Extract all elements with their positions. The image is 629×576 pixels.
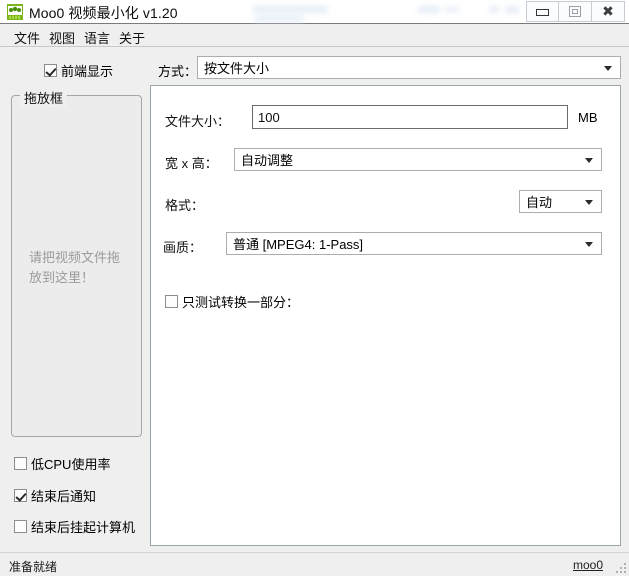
dimensions-dropdown[interactable]: 自动调整 — [234, 148, 602, 171]
format-dropdown-value: 自动 — [526, 195, 553, 210]
drop-zone-title: 拖放框 — [20, 88, 68, 107]
window-controls: ✖ — [526, 1, 625, 22]
file-size-unit: MB — [578, 110, 598, 125]
format-dropdown[interactable]: 自动 — [519, 190, 602, 213]
app-window: Moo0 视频最小化 v1.20 ✖ 文件 视图 语言 关于 前端显示 方式： — [0, 0, 629, 576]
notify-when-done-label: 结束后通知 — [31, 489, 97, 504]
menu-item-about[interactable]: 关于 — [117, 28, 147, 47]
checkbox-icon — [44, 64, 57, 77]
dimensions-dropdown-value: 自动调整 — [241, 153, 294, 168]
close-icon: ✖ — [602, 3, 614, 20]
chevron-down-icon — [585, 241, 593, 247]
chevron-down-icon — [585, 157, 593, 163]
status-text: 准备就绪 — [9, 560, 58, 574]
title-artifact — [444, 7, 459, 12]
checkbox-icon — [165, 295, 178, 308]
maximize-icon — [569, 6, 581, 17]
quality-dropdown-value: 普通 [MPEG4: 1-Pass] — [233, 237, 364, 252]
mode-dropdown-value: 按文件大小 — [204, 61, 270, 76]
close-button[interactable]: ✖ — [592, 1, 625, 22]
chevron-down-icon — [604, 65, 612, 71]
minimize-button[interactable] — [526, 1, 559, 22]
low-cpu-checkbox[interactable]: 低CPU使用率 — [14, 454, 110, 473]
checkbox-icon — [14, 520, 27, 533]
checkbox-icon — [14, 489, 27, 502]
menu-bar: 文件 视图 语言 关于 — [0, 25, 629, 47]
moo0-link[interactable]: moo0 — [573, 558, 603, 572]
title-artifact — [252, 6, 328, 13]
always-on-top-label: 前端显示 — [61, 64, 114, 79]
resize-grip[interactable] — [614, 561, 626, 573]
partial-test-checkbox[interactable]: 只测试转换一部分： — [165, 292, 299, 311]
menu-item-file[interactable]: 文件 — [12, 28, 42, 47]
quality-label: 画质： — [163, 240, 203, 255]
maximize-button[interactable] — [559, 1, 592, 22]
chevron-down-icon — [585, 199, 593, 205]
mode-dropdown[interactable]: 按文件大小 — [197, 56, 621, 79]
title-artifact — [254, 16, 304, 22]
notify-when-done-checkbox[interactable]: 结束后通知 — [14, 486, 96, 505]
title-artifact — [489, 6, 499, 13]
always-on-top-checkbox[interactable]: 前端显示 — [44, 61, 113, 80]
checkbox-icon — [14, 457, 27, 470]
menu-item-language[interactable]: 语言 — [82, 28, 112, 47]
app-logo-icon — [7, 4, 23, 20]
title-bar: Moo0 视频最小化 v1.20 ✖ — [0, 0, 629, 24]
suspend-when-done-label: 结束后挂起计算机 — [31, 520, 136, 535]
title-artifact — [505, 6, 519, 13]
menu-item-view[interactable]: 视图 — [47, 28, 77, 47]
minimize-icon — [536, 9, 549, 16]
mode-label: 方式： — [158, 64, 198, 79]
file-size-label: 文件大小： — [165, 114, 231, 129]
quality-dropdown[interactable]: 普通 [MPEG4: 1-Pass] — [226, 232, 602, 255]
window-title: Moo0 视频最小化 v1.20 — [29, 5, 178, 21]
status-bar: 准备就绪 moo0 — [0, 552, 629, 576]
suspend-when-done-checkbox[interactable]: 结束后挂起计算机 — [14, 517, 135, 536]
partial-test-label: 只测试转换一部分： — [182, 295, 300, 310]
file-size-input[interactable]: 100 — [252, 105, 568, 129]
low-cpu-label: 低CPU使用率 — [31, 457, 111, 472]
dimensions-label: 宽 x 高： — [165, 156, 218, 171]
title-artifact — [418, 6, 440, 13]
format-label: 格式： — [165, 198, 205, 213]
drop-zone-hint: 请把视频文件拖放到这里！ — [29, 250, 121, 285]
